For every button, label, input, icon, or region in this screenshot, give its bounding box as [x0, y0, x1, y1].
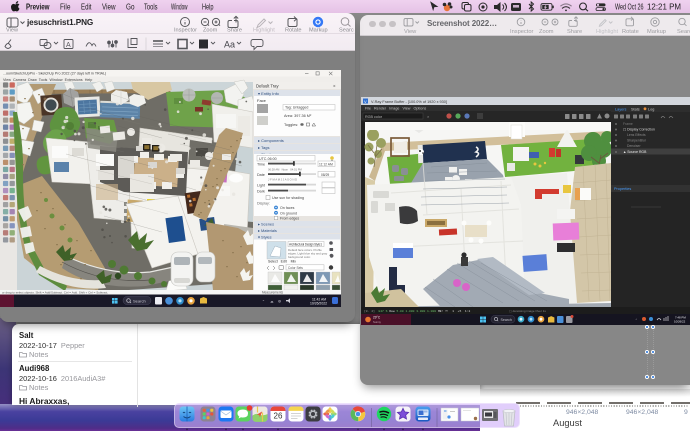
svg-text:Default Tray: Default Tray [256, 83, 279, 88]
svg-text:Time: Time [257, 163, 265, 167]
svg-text:Markup: Markup [647, 29, 666, 35]
svg-text:View Camera Draw Tools Win: View Camera Draw Tools Window Extensions… [3, 78, 92, 82]
svg-text:Light: Light [257, 184, 265, 188]
svg-text:Help: Help [202, 2, 214, 11]
svg-text:Sunny: Sunny [373, 320, 382, 324]
svg-text:View: View [6, 28, 19, 34]
svg-text:Date: Date [257, 173, 265, 177]
svg-text:UTC-06:00: UTC-06:00 [259, 157, 277, 161]
svg-text:⌃: ⌃ [635, 318, 638, 322]
svg-text:Area: 397.36 M²: Area: 397.36 M² [284, 114, 312, 118]
svg-text:V-Ray Frame Buffer - [100.0%: V-Ray Frame Buffer - [100.0% of 1920 x 9… [371, 100, 447, 104]
svg-text:⌃: ⌃ [262, 300, 265, 304]
svg-text:▸ Scenes: ▸ Scenes [258, 221, 274, 226]
svg-text:Rotate: Rotate [622, 29, 639, 35]
svg-text:10/26/22: 10/26/22 [674, 320, 686, 324]
svg-text:Measurements: Measurements [262, 291, 283, 295]
svg-text:Inspector: Inspector [510, 29, 534, 35]
svg-text:×: × [333, 84, 336, 89]
svg-text:▾ Styles: ▾ Styles [258, 234, 272, 239]
svg-text:Toggles:: Toggles: [284, 123, 298, 127]
svg-text:Tag: Untagged: Tag: Untagged [285, 106, 308, 110]
svg-text:11:12 AM: 11:12 AM [319, 162, 333, 166]
svg-text:Face: Face [257, 98, 267, 103]
svg-text:12:21 PM: 12:21 PM [647, 2, 681, 11]
svg-text:Wed Oct 26: Wed Oct 26 [615, 2, 644, 11]
svg-text:▢ Display Correction: ▢ Display Correction [623, 128, 655, 132]
svg-text:...oom/SketchUpPro - SketchUp: ...oom/SketchUpPro - SketchUp Pro 2022 (… [3, 72, 106, 76]
svg-text:Highlight: Highlight [596, 29, 619, 35]
svg-text:SharpenBlur: SharpenBlur [627, 139, 647, 143]
svg-text:[0. 4] 847 S Raw 5.00 1.000 3: [0. 4] 847 S Raw 5.00 1.000 3.000 1.000 … [364, 309, 470, 313]
svg-text:On ground: On ground [280, 212, 297, 216]
svg-text:Display:: Display: [257, 202, 270, 206]
svg-text:Denoiser: Denoiser [627, 144, 641, 148]
svg-text:Inspector: Inspector [174, 28, 197, 34]
svg-text:Stats: Stats [631, 107, 640, 111]
svg-text:▸ Tags: ▸ Tags [258, 145, 270, 150]
svg-text:Search: Search [501, 318, 512, 322]
svg-text:▸ Materials: ▸ Materials [258, 228, 277, 233]
svg-text:Color Sets: Color Sets [288, 266, 303, 270]
svg-text:On faces: On faces [280, 206, 295, 210]
svg-text:Zoom: Zoom [203, 28, 218, 34]
svg-text:File Render Image View: File Render Image View Options [365, 107, 426, 111]
svg-text:▢ denoising image Over 1s: ▢ denoising image Over 1s [509, 309, 546, 313]
svg-text:26: 26 [274, 412, 283, 421]
svg-text:From edges: From edges [280, 217, 299, 221]
svg-text:View: View [102, 2, 116, 11]
svg-text:Search: Search [133, 298, 146, 303]
svg-text:Select Edit Mix: Select Edit Mix [268, 260, 296, 264]
svg-text:Searc: Searc [339, 28, 354, 34]
svg-text:Zoom: Zoom [539, 29, 554, 35]
svg-text:Log: Log [648, 107, 654, 111]
svg-text:Go: Go [126, 2, 135, 11]
svg-text:Lens Effects: Lens Effects [627, 133, 646, 137]
svg-text:☁: ☁ [270, 300, 273, 304]
svg-text:V: V [364, 99, 367, 104]
svg-text:J F M A M J J A S O N D: J F M A M J J A S O N D [268, 178, 297, 182]
svg-text:06:28 AM Noon 04:01 PM: 06:28 AM Noon 04:01 PM [268, 168, 303, 172]
svg-text:10/26/2022: 10/26/2022 [310, 302, 327, 306]
svg-text:▸ Components: ▸ Components [258, 138, 284, 143]
svg-text:Share: Share [227, 28, 242, 34]
svg-text:RGB color: RGB color [365, 115, 383, 119]
svg-text:or drag to select objects. Shi: or drag to select objects. Shift = Add/S… [2, 291, 108, 295]
svg-text:Window: Window [171, 2, 188, 11]
svg-text:View: View [404, 29, 417, 35]
svg-text:Use sun for shading: Use sun for shading [272, 196, 304, 200]
svg-text:⚙: ⚙ [278, 300, 281, 304]
svg-text:▾ Entity Info: ▾ Entity Info [258, 91, 280, 96]
svg-text:background color.: background color. [288, 255, 311, 259]
svg-text:Tools: Tools [144, 2, 158, 11]
svg-text:08/29: 08/29 [321, 173, 329, 177]
svg-text:Layers: Layers [615, 107, 626, 111]
svg-text:▲ Source RGB: ▲ Source RGB [623, 150, 647, 154]
svg-text:Preview: Preview [26, 2, 50, 11]
svg-text:Rotate: Rotate [285, 28, 301, 34]
svg-text:Markup: Markup [309, 28, 328, 34]
svg-text:Architectural Design Style1: Architectural Design Style1 [289, 243, 322, 247]
svg-text:Edit: Edit [81, 2, 92, 11]
svg-text:Share: Share [567, 29, 582, 35]
svg-text:Properties: Properties [614, 187, 631, 191]
svg-text:Aa: Aa [224, 40, 235, 50]
svg-text:Searc: Searc [677, 29, 690, 35]
svg-text:Highlight: Highlight [253, 28, 275, 34]
svg-text:A: A [66, 42, 71, 49]
svg-text:Frame: Frame [623, 122, 633, 126]
svg-text:File: File [60, 2, 71, 11]
svg-text:Dark: Dark [257, 190, 265, 194]
